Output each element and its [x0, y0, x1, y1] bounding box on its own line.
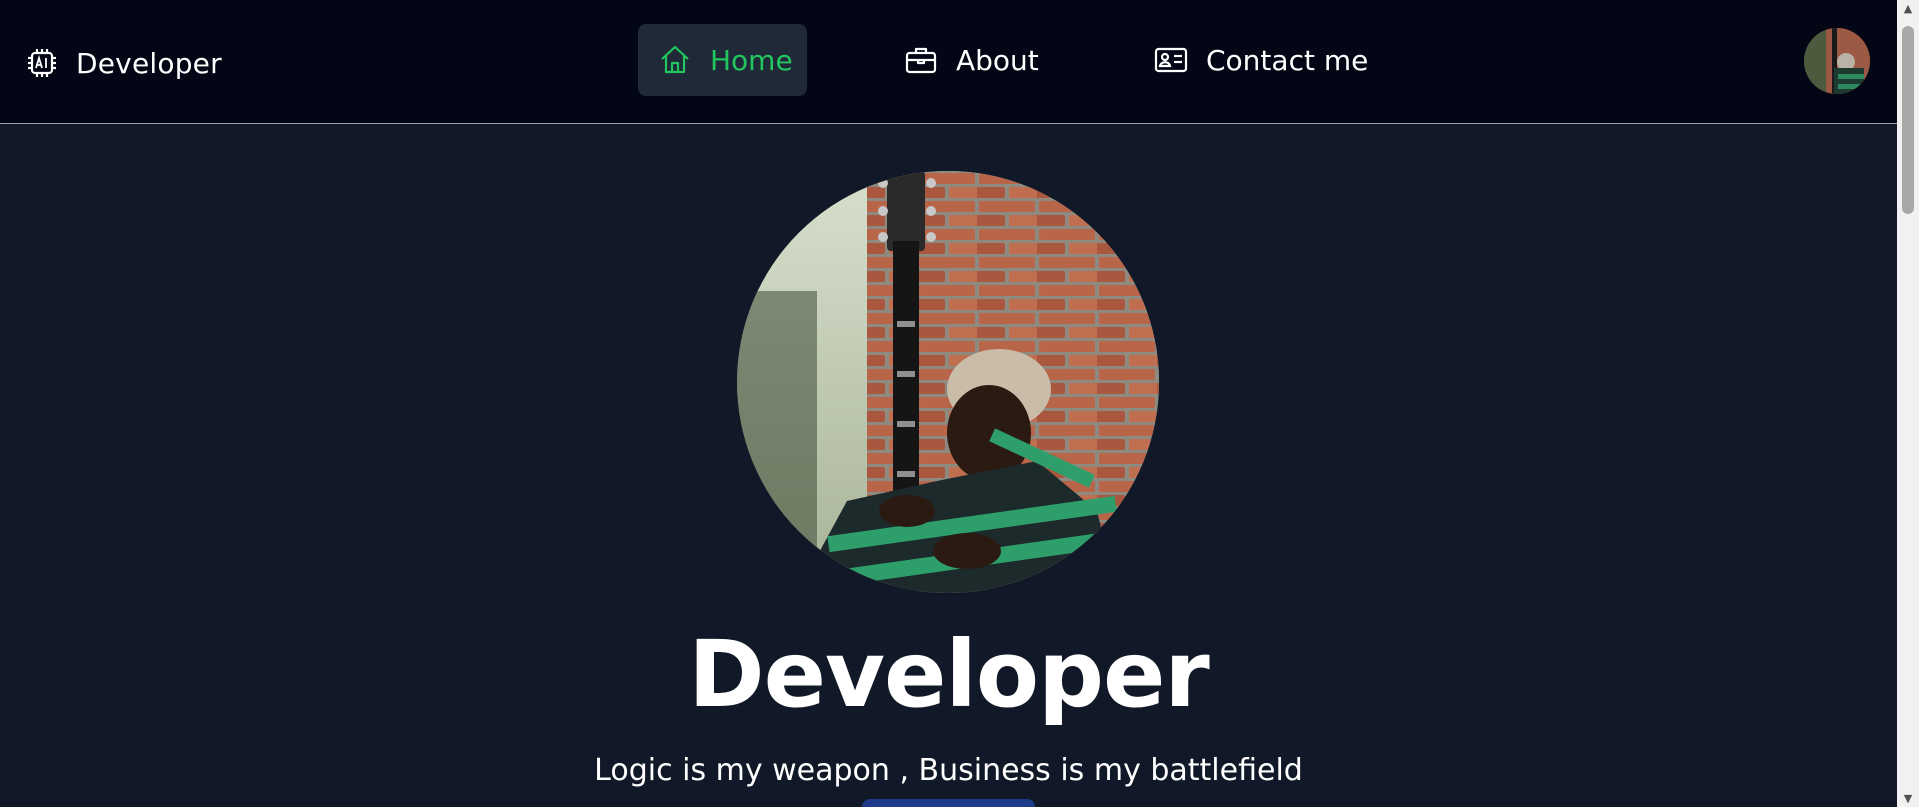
scroll-down-arrow-icon[interactable]: ▼: [1897, 790, 1919, 807]
hero-subtitle: Logic is my weapon , Business is my batt…: [594, 753, 1303, 788]
navbar: Developer Home About Contact me: [0, 0, 1897, 124]
contact-card-icon: [1154, 43, 1188, 77]
nav-about-label: About: [956, 43, 1039, 77]
brand-label: Developer: [76, 46, 222, 80]
profile-avatar[interactable]: [1804, 28, 1870, 94]
nav-home[interactable]: Home: [638, 24, 807, 96]
nav-home-label: Home: [710, 43, 793, 77]
scrollbar-thumb[interactable]: [1902, 26, 1914, 214]
briefcase-icon: [904, 43, 938, 77]
ai-chip-icon: [26, 47, 58, 79]
nav-contact-label: Contact me: [1206, 43, 1369, 77]
nav-about[interactable]: About: [884, 24, 1059, 96]
brand-link[interactable]: Developer: [26, 42, 222, 84]
hero-title: Developer: [688, 621, 1210, 728]
hero-profile-image: [737, 171, 1159, 593]
hero-cta-button[interactable]: [862, 799, 1035, 807]
nav-contact-me[interactable]: Contact me: [1134, 24, 1388, 96]
vertical-scrollbar[interactable]: ▲ ▼: [1897, 0, 1919, 807]
home-icon: [658, 43, 692, 77]
scroll-up-arrow-icon[interactable]: ▲: [1897, 0, 1919, 17]
page: Developer Home About Contact me Develope…: [0, 0, 1919, 807]
